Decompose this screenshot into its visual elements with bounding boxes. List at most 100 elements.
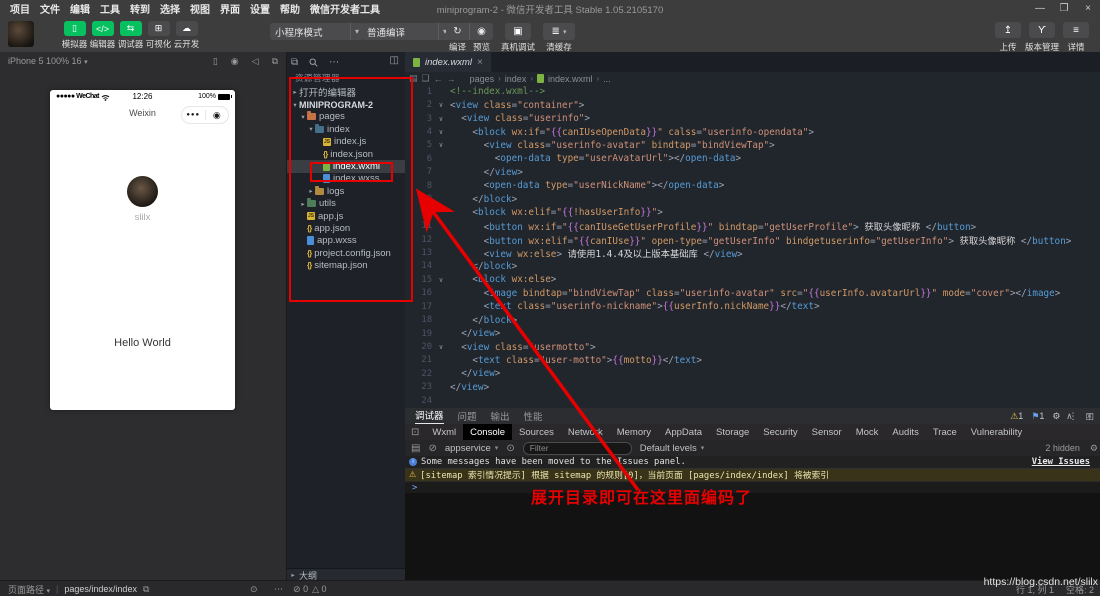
tree-item[interactable]: ▸ logs [287,185,405,197]
menu-item[interactable]: 界面 [216,0,244,17]
code-line[interactable]: 5 ∨ <view class="userinfo-avatar" bindtap… [405,139,1100,152]
menu-item[interactable]: 视图 [186,0,214,17]
调试器-button[interactable]: ⇆ 调试器 [118,21,143,50]
preview-button[interactable]: ◉ [470,23,493,40]
devtools-tab-memory[interactable]: Memory [610,424,658,440]
code-line[interactable]: 13 <view wx:else> 请使用1.4.4及以上版本基础库 </vie… [405,246,1100,260]
模拟器-button[interactable]: ▯ 模拟器 [62,21,87,50]
breadcrumb-item[interactable]: pages [470,74,495,84]
files-icon[interactable]: ⧉ [291,57,298,68]
devtools-tab-network[interactable]: Network [561,424,610,440]
rotate-icon[interactable]: ◁ [252,56,259,67]
panel-tab-问题[interactable]: 问题 [458,408,477,424]
devtools-tab-storage[interactable]: Storage [709,424,756,440]
code-line[interactable]: 18 </block> [405,313,1100,326]
code-line[interactable]: 12 <button wx:elif="{{canIUse}}" open-ty… [405,233,1100,247]
compile-button[interactable]: ↻ [446,23,470,40]
devtools-tab-sources[interactable]: Sources [512,424,561,440]
eye-icon[interactable]: ⊙ [506,443,514,454]
code-line[interactable]: 4 ∨ <block wx:if="{{canIUseOpenData}}" ca… [405,125,1100,138]
page-path-select[interactable]: 页面路径 ▾ [8,583,50,596]
menu-item[interactable]: 帮助 [276,0,304,17]
filter-input[interactable]: Filter [522,441,632,455]
devtools-tab-audits[interactable]: Audits [885,424,925,440]
breadcrumb-item[interactable]: ... [603,74,611,84]
云开发-button[interactable]: ☁ 云开发 [174,21,199,50]
code-line[interactable]: 6 <open-data type="userAvatarUrl"></open… [405,152,1100,165]
kebab-menu-icon[interactable]: ⋮ [1068,411,1077,422]
panel-tab-输出[interactable]: 输出 [491,408,510,424]
编辑器-button[interactable]: </> 编辑器 [90,21,115,50]
console-empty-area[interactable] [405,493,1100,580]
code-line[interactable]: 11 <button wx:if="{{canIUseGetUserProfil… [405,219,1100,233]
console-sidebar-icon[interactable]: ▤ [411,443,420,454]
devtools-tab-trace[interactable]: Trace [926,424,964,440]
dock-icon[interactable]: ◫ [1085,411,1094,422]
device-selector[interactable]: iPhone 5 100% 16 ▾ [0,56,88,66]
multi-window-icon[interactable]: ⧉ [272,56,278,67]
fold-icon[interactable]: ∨ [432,101,450,109]
log-levels-select[interactable]: Default levels ▾ [640,443,705,454]
menu-item[interactable]: 文件 [36,0,64,17]
breadcrumb-item[interactable]: index.wxml [548,74,593,84]
tree-item[interactable]: ▾ pages [287,111,405,123]
code-line[interactable]: 21 <text class="user-motto">{{motto}}</t… [405,354,1100,367]
devtools-tab-vulnerability[interactable]: Vulnerability [964,424,1029,440]
menu-item[interactable]: 设置 [246,0,274,17]
back-arrow-icon[interactable]: ← [434,74,443,84]
code-line[interactable]: 14 </block> [405,260,1100,273]
可视化-button[interactable]: ⊞ 可视化 [146,21,171,50]
tab-index-wxml[interactable]: index.wxml × [405,52,491,72]
code-line[interactable]: 20 ∨ <view class="usermotto"> [405,340,1100,353]
code-line[interactable]: 10 <block wx:elif="{{!hasUserInfo}}"> [405,206,1100,219]
tree-item[interactable]: {} app.json [287,222,405,234]
fold-icon[interactable]: ∨ [432,343,450,351]
clear-cache-button[interactable]: ≣ ▾ [543,23,575,40]
tree-item[interactable]: JS index.js [287,136,405,148]
problem-counts[interactable]: ⊘ 0 △ 0 [293,581,327,596]
tree-item[interactable]: {} index.json [287,148,405,160]
devtools-tab-console[interactable]: Console [463,424,512,440]
user-avatar[interactable] [8,21,34,47]
issues-badge[interactable]: ⚑1 [1031,411,1044,422]
cursor-position[interactable]: 行 1, 列 1 [1016,583,1054,596]
code-line[interactable]: 22 </view> [405,367,1100,380]
tree-item[interactable]: index.wxss [287,173,405,185]
more-icon[interactable]: ●●● [182,112,205,118]
device-debug-button[interactable]: ▣ [505,23,531,40]
gear-icon[interactable]: ⚙ [1090,443,1098,454]
close-button[interactable]: × [1076,0,1100,17]
minimize-button[interactable]: — [1028,0,1052,17]
code-line[interactable]: 17 <text class="userinfo-nickname">{{use… [405,300,1100,313]
context-select[interactable]: appservice ▾ [445,443,498,454]
tree-item[interactable]: index.wxml [287,160,405,173]
panel-tab-调试器[interactable]: 调试器 [415,407,444,425]
maximize-button[interactable]: ❐ [1052,0,1076,17]
code-line[interactable]: 9 </block> [405,193,1100,206]
details-button[interactable]: ≡ [1063,22,1089,38]
devtools-tab-security[interactable]: Security [756,424,804,440]
menu-item[interactable]: 微信开发者工具 [306,0,384,17]
phone-icon[interactable]: ▯ [213,56,218,67]
close-icon[interactable]: × [477,57,483,68]
panel-tab-性能[interactable]: 性能 [524,408,543,424]
devtools-tab-appdata[interactable]: AppData [658,424,709,440]
warning-badge[interactable]: ⚠1 [1010,411,1023,422]
fold-icon[interactable]: ∨ [432,115,450,123]
inspect-icon[interactable]: ⊡ [405,427,425,438]
code-line[interactable]: 8 <open-data type="userNickName"></open-… [405,179,1100,192]
devtools-tab-sensor[interactable]: Sensor [805,424,849,440]
more-icon[interactable]: ⋯ [329,57,339,68]
view-issues-link[interactable]: View Issues [1032,457,1090,467]
search-icon[interactable] [309,58,318,67]
tree-item[interactable]: {} project.config.json [287,247,405,259]
menu-item[interactable]: 编辑 [66,0,94,17]
compile-select[interactable]: 普通编译 ▾ [362,23,452,40]
code-editor[interactable]: 1 <!--index.wxml--> 2 ∨ <view class="contain… [405,85,1100,408]
code-line[interactable]: 7 </view> [405,166,1100,179]
fold-icon[interactable]: ∨ [432,128,450,136]
list-icon[interactable]: ▤ [409,73,418,84]
menu-item[interactable]: 转到 [126,0,154,17]
code-line[interactable]: 15 ∨ <block wx:else> [405,273,1100,286]
code-line[interactable]: 2 ∨ <view class="container"> [405,98,1100,111]
